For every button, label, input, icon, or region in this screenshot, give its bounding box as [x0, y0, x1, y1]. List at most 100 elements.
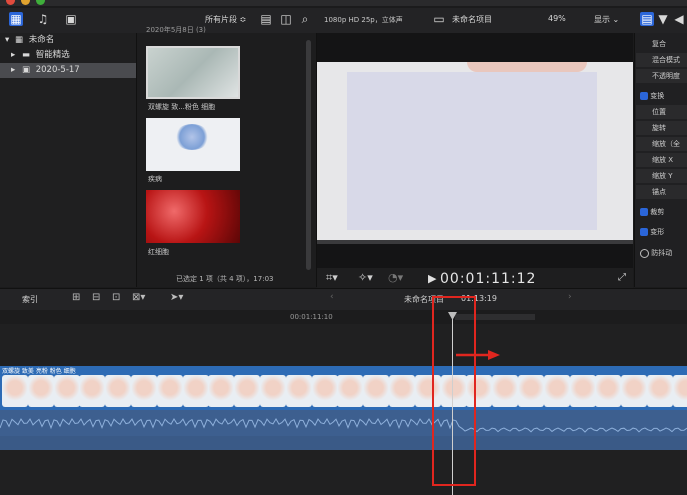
inspector-section-transform[interactable]: 变换 — [636, 89, 687, 103]
append-clip-icon[interactable]: ⊡ — [112, 292, 120, 303]
window-controls — [6, 0, 45, 5]
highlight-box — [432, 296, 476, 486]
back-arrow-icon[interactable]: ‹ — [330, 292, 334, 302]
clip-filter-menu[interactable]: 所有片段 ≎ — [205, 14, 246, 25]
inspector-section-distort[interactable]: 变形 — [636, 225, 687, 239]
overwrite-clip-icon[interactable]: ⊠▾ — [132, 292, 145, 303]
project-icon: ▭ — [433, 12, 445, 26]
titles-generators-icon[interactable]: ▣ — [64, 12, 78, 26]
project-name: 未命名项目 — [452, 15, 492, 24]
clip-appearance-icon[interactable]: ◫ — [279, 12, 293, 26]
connect-clip-icon[interactable]: ⊞ — [72, 292, 80, 303]
crop-tool-icon[interactable]: ⌗▾ — [326, 271, 338, 285]
inspector-section-stabilization[interactable]: 防抖动 — [636, 246, 687, 260]
filmstrip-frame — [2, 375, 28, 407]
filmstrip-frame — [569, 375, 596, 407]
filmstrip-frame — [285, 375, 312, 407]
radio-off-icon[interactable] — [640, 248, 649, 258]
viewer-edge — [317, 240, 633, 244]
filmstrip-frame — [131, 375, 157, 407]
retime-icon[interactable]: ◔▾ — [388, 271, 403, 284]
filmstrip-frame — [234, 375, 261, 407]
filmstrip-frame — [518, 375, 544, 407]
window-titlebar — [0, 0, 687, 6]
display-menu[interactable]: 显示 ⌄ — [594, 14, 619, 25]
filmstrip-frame — [389, 375, 415, 407]
audio-waveform-track[interactable] — [0, 410, 687, 450]
insert-clip-icon[interactable]: ⊟ — [92, 292, 100, 303]
select-tool-icon[interactable]: ➤▾ — [170, 292, 183, 303]
audio-inspector-icon[interactable]: ◀ — [672, 12, 686, 26]
filmstrip-frame — [621, 375, 648, 407]
checkbox-checked-icon[interactable] — [640, 228, 648, 236]
fullscreen-icon[interactable]: ⤢ — [618, 272, 626, 283]
library-root[interactable]: ▾ ▦ 未命名 — [0, 33, 136, 48]
libraries-icon[interactable]: ▦ — [9, 12, 23, 26]
library-grid-icon: ▦ — [14, 35, 24, 45]
clip-thumbnail[interactable] — [146, 190, 240, 243]
checkbox-checked-icon[interactable] — [640, 208, 648, 216]
filmstrip-frame — [595, 375, 622, 407]
filmstrip-frame — [672, 375, 687, 407]
sidebar-item-label: 2020-5-17 — [35, 65, 80, 75]
timecode-display[interactable]: 00:01:11:12 — [440, 271, 536, 287]
inspector-field[interactable]: 旋转 — [636, 121, 687, 135]
library-name: 未命名 — [28, 35, 55, 45]
folder-icon: ▬ — [21, 50, 31, 60]
inspector-field[interactable]: 缩放（全 — [636, 137, 687, 151]
search-icon[interactable]: ⌕ — [298, 12, 312, 26]
filmstrip-frame — [27, 375, 54, 407]
blurred-region — [347, 72, 597, 230]
filmstrip-frame — [53, 375, 80, 407]
clip-caption: 疾病 — [148, 175, 162, 183]
index-button[interactable]: 索引 — [22, 294, 38, 305]
viewer-frame — [317, 62, 633, 240]
sidebar-item-label: 智能精选 — [35, 50, 70, 60]
timeline-ruler[interactable] — [0, 310, 687, 324]
inspector-section-crop[interactable]: 裁剪 — [636, 205, 687, 219]
clip-thumbnail[interactable] — [146, 46, 240, 99]
sidebar-item-smart-collections[interactable]: ▸ ▬ 智能精选 — [0, 48, 136, 63]
filmstrip-frame — [260, 375, 286, 407]
disclosure-closed-icon[interactable]: ▸ — [11, 65, 15, 75]
clip-label: 双螺旋 致美 亮粉 粉色 细胞 — [2, 368, 76, 375]
inspector-toggle-icon[interactable]: ▤ — [640, 12, 654, 26]
forward-arrow-icon[interactable]: › — [568, 292, 572, 302]
filmstrip-frame — [647, 375, 673, 407]
filter-icon[interactable]: ▼ — [656, 12, 670, 26]
list-view-icon[interactable]: ▤ — [259, 12, 273, 26]
filmstrip-frame — [543, 375, 570, 407]
viewer-format-label: 1080p HD 25p，立体声 — [324, 16, 403, 24]
filmstrip-frame — [363, 375, 390, 407]
ruler-timecode: 00:01:11:10 — [290, 313, 333, 321]
checkbox-checked-icon[interactable] — [640, 92, 648, 100]
clip-thumbnail[interactable] — [146, 118, 240, 171]
audio-waveform — [0, 418, 687, 450]
inspector-field[interactable]: 不透明度 — [636, 69, 687, 83]
clip-caption: 红细胞 — [148, 248, 169, 256]
zoom-level-menu[interactable]: 49% — [548, 14, 566, 23]
inspector-field[interactable]: 缩放 Y — [636, 169, 687, 183]
inspector-heading: 复合 — [652, 40, 666, 48]
zoom-window-button[interactable] — [36, 0, 45, 5]
virus-graphic — [174, 124, 210, 150]
face-edge — [467, 62, 587, 72]
inspector-field[interactable]: 位置 — [636, 105, 687, 119]
browser-scrollbar[interactable] — [306, 40, 311, 270]
inspector-field[interactable]: 混合模式 — [636, 53, 687, 67]
filmstrip-frame — [156, 375, 183, 407]
photos-audio-icon[interactable]: ♫ — [36, 12, 50, 26]
filmstrip-frame — [79, 375, 106, 407]
filmstrip-frame — [311, 375, 338, 407]
disclosure-closed-icon[interactable]: ▸ — [11, 50, 15, 60]
enhancement-icon[interactable]: ✧▾ — [358, 271, 373, 284]
play-icon[interactable]: ▶ — [428, 272, 436, 285]
minimize-window-button[interactable] — [21, 0, 30, 5]
disclosure-open-icon[interactable]: ▾ — [5, 35, 9, 45]
clip-caption: 双螺旋 致...粉色 细胞 — [148, 103, 216, 111]
sidebar-item-event[interactable]: ▸ ▣ 2020-5-17 — [0, 63, 136, 78]
inspector-field[interactable]: 锚点 — [636, 185, 687, 199]
close-window-button[interactable] — [6, 0, 15, 5]
right-arrow-icon — [456, 350, 500, 360]
inspector-field[interactable]: 缩放 X — [636, 153, 687, 167]
